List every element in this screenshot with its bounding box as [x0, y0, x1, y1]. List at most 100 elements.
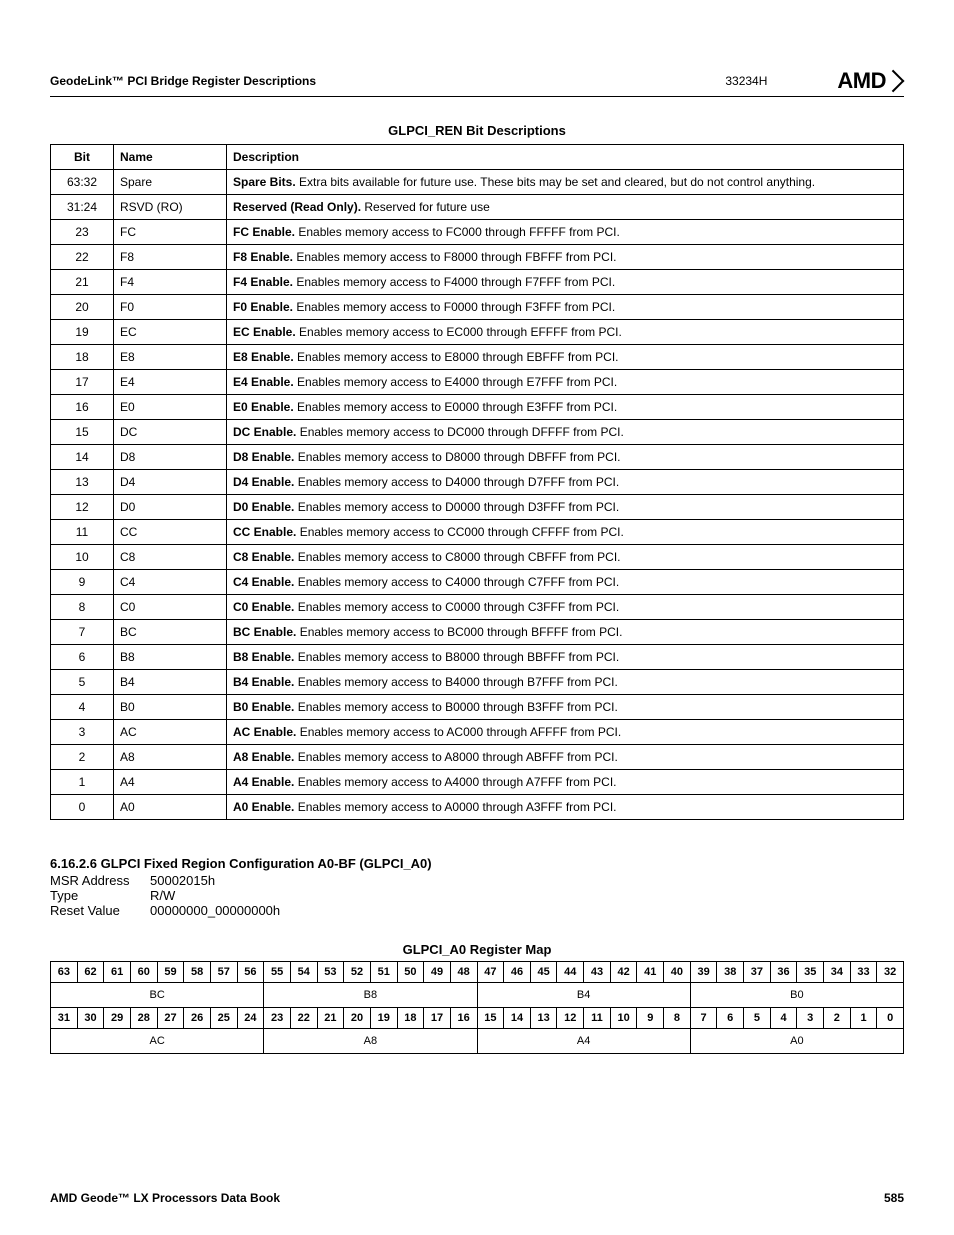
table-row: 3ACAC Enable. Enables memory access to A…	[51, 720, 904, 745]
bit-cell: 54	[290, 962, 317, 983]
table-row: 16E0E0 Enable. Enables memory access to …	[51, 395, 904, 420]
cell-desc: DC Enable. Enables memory access to DC00…	[227, 420, 904, 445]
cell-bit: 15	[51, 420, 114, 445]
section-heading: 6.16.2.6 GLPCI Fixed Region Configuratio…	[50, 856, 904, 871]
bit-cell: 5	[744, 1008, 771, 1029]
bit-cell: 19	[370, 1008, 397, 1029]
bit-cell: 63	[51, 962, 78, 983]
kv-row: Reset Value00000000_00000000h	[50, 903, 904, 918]
cell-desc: F4 Enable. Enables memory access to F400…	[227, 270, 904, 295]
bit-cell: 12	[557, 1008, 584, 1029]
cell-bit: 4	[51, 695, 114, 720]
kv-label: MSR Address	[50, 873, 150, 888]
table-row: 19ECEC Enable. Enables memory access to …	[51, 320, 904, 345]
cell-desc: EC Enable. Enables memory access to EC00…	[227, 320, 904, 345]
bit-cell: 2	[824, 1008, 851, 1029]
bit-cell: 34	[824, 962, 851, 983]
cell-name: C4	[114, 570, 227, 595]
register-properties: MSR Address50002015hTypeR/WReset Value00…	[50, 873, 904, 918]
bit-cell: 32	[877, 962, 904, 983]
cell-bit: 11	[51, 520, 114, 545]
cell-name: E0	[114, 395, 227, 420]
table-title: GLPCI_REN Bit Descriptions	[50, 123, 904, 138]
cell-bit: 13	[51, 470, 114, 495]
cell-desc: FC Enable. Enables memory access to FC00…	[227, 220, 904, 245]
field-name-cell: BC	[51, 983, 264, 1008]
cell-name: CC	[114, 520, 227, 545]
cell-bit: 1	[51, 770, 114, 795]
bit-cell: 58	[184, 962, 211, 983]
cell-desc: F8 Enable. Enables memory access to F800…	[227, 245, 904, 270]
table-row: 17E4E4 Enable. Enables memory access to …	[51, 370, 904, 395]
cell-desc: C4 Enable. Enables memory access to C400…	[227, 570, 904, 595]
cell-desc: D4 Enable. Enables memory access to D400…	[227, 470, 904, 495]
footer-pagenum: 585	[884, 1191, 904, 1205]
table-row: 22F8F8 Enable. Enables memory access to …	[51, 245, 904, 270]
cell-bit: 6	[51, 645, 114, 670]
cell-bit: 22	[51, 245, 114, 270]
bit-cell: 1	[850, 1008, 877, 1029]
cell-bit: 0	[51, 795, 114, 820]
bit-cell: 47	[477, 962, 504, 983]
bit-cell: 6	[717, 1008, 744, 1029]
bit-cell: 8	[664, 1008, 691, 1029]
cell-bit: 63:32	[51, 170, 114, 195]
bit-cell: 18	[397, 1008, 424, 1029]
cell-name: F0	[114, 295, 227, 320]
cell-bit: 23	[51, 220, 114, 245]
field-name-cell: AC	[51, 1029, 264, 1054]
kv-row: MSR Address50002015h	[50, 873, 904, 888]
bit-cell: 36	[770, 962, 797, 983]
cell-bit: 2	[51, 745, 114, 770]
bit-cell: 49	[424, 962, 451, 983]
bit-cell: 35	[797, 962, 824, 983]
cell-name: D4	[114, 470, 227, 495]
cell-bit: 14	[51, 445, 114, 470]
bit-cell: 3	[797, 1008, 824, 1029]
cell-name: A4	[114, 770, 227, 795]
cell-bit: 16	[51, 395, 114, 420]
cell-name: B0	[114, 695, 227, 720]
bit-cell: 20	[344, 1008, 371, 1029]
bit-cell: 23	[264, 1008, 291, 1029]
cell-desc: B0 Enable. Enables memory access to B000…	[227, 695, 904, 720]
cell-name: F4	[114, 270, 227, 295]
page-footer: AMD Geode™ LX Processors Data Book 585	[50, 1191, 904, 1205]
cell-bit: 5	[51, 670, 114, 695]
cell-name: B4	[114, 670, 227, 695]
footer-left: AMD Geode™ LX Processors Data Book	[50, 1191, 280, 1205]
bit-cell: 52	[344, 962, 371, 983]
cell-desc: A0 Enable. Enables memory access to A000…	[227, 795, 904, 820]
cell-bit: 31:24	[51, 195, 114, 220]
table-row: 31:24RSVD (RO)Reserved (Read Only). Rese…	[51, 195, 904, 220]
bit-cell: 22	[290, 1008, 317, 1029]
cell-bit: 19	[51, 320, 114, 345]
bit-cell: 33	[850, 962, 877, 983]
cell-desc: E0 Enable. Enables memory access to E000…	[227, 395, 904, 420]
brand-logo: AMD	[837, 68, 904, 94]
cell-name: E4	[114, 370, 227, 395]
cell-name: EC	[114, 320, 227, 345]
table-row: 5B4B4 Enable. Enables memory access to B…	[51, 670, 904, 695]
cell-name: DC	[114, 420, 227, 445]
field-name-cell: B8	[264, 983, 477, 1008]
cell-name: FC	[114, 220, 227, 245]
cell-name: A8	[114, 745, 227, 770]
cell-desc: A4 Enable. Enables memory access to A400…	[227, 770, 904, 795]
bit-cell: 7	[690, 1008, 717, 1029]
cell-name: Spare	[114, 170, 227, 195]
kv-value: 50002015h	[150, 873, 215, 888]
field-name-cell: B0	[690, 983, 903, 1008]
cell-name: E8	[114, 345, 227, 370]
bit-cell: 53	[317, 962, 344, 983]
cell-desc: E4 Enable. Enables memory access to E400…	[227, 370, 904, 395]
regmap-title: GLPCI_A0 Register Map	[50, 942, 904, 957]
cell-name: B8	[114, 645, 227, 670]
cell-desc: D8 Enable. Enables memory access to D800…	[227, 445, 904, 470]
cell-name: D0	[114, 495, 227, 520]
cell-bit: 18	[51, 345, 114, 370]
cell-name: F8	[114, 245, 227, 270]
bit-cell: 13	[530, 1008, 557, 1029]
bit-cell: 9	[637, 1008, 664, 1029]
cell-bit: 9	[51, 570, 114, 595]
